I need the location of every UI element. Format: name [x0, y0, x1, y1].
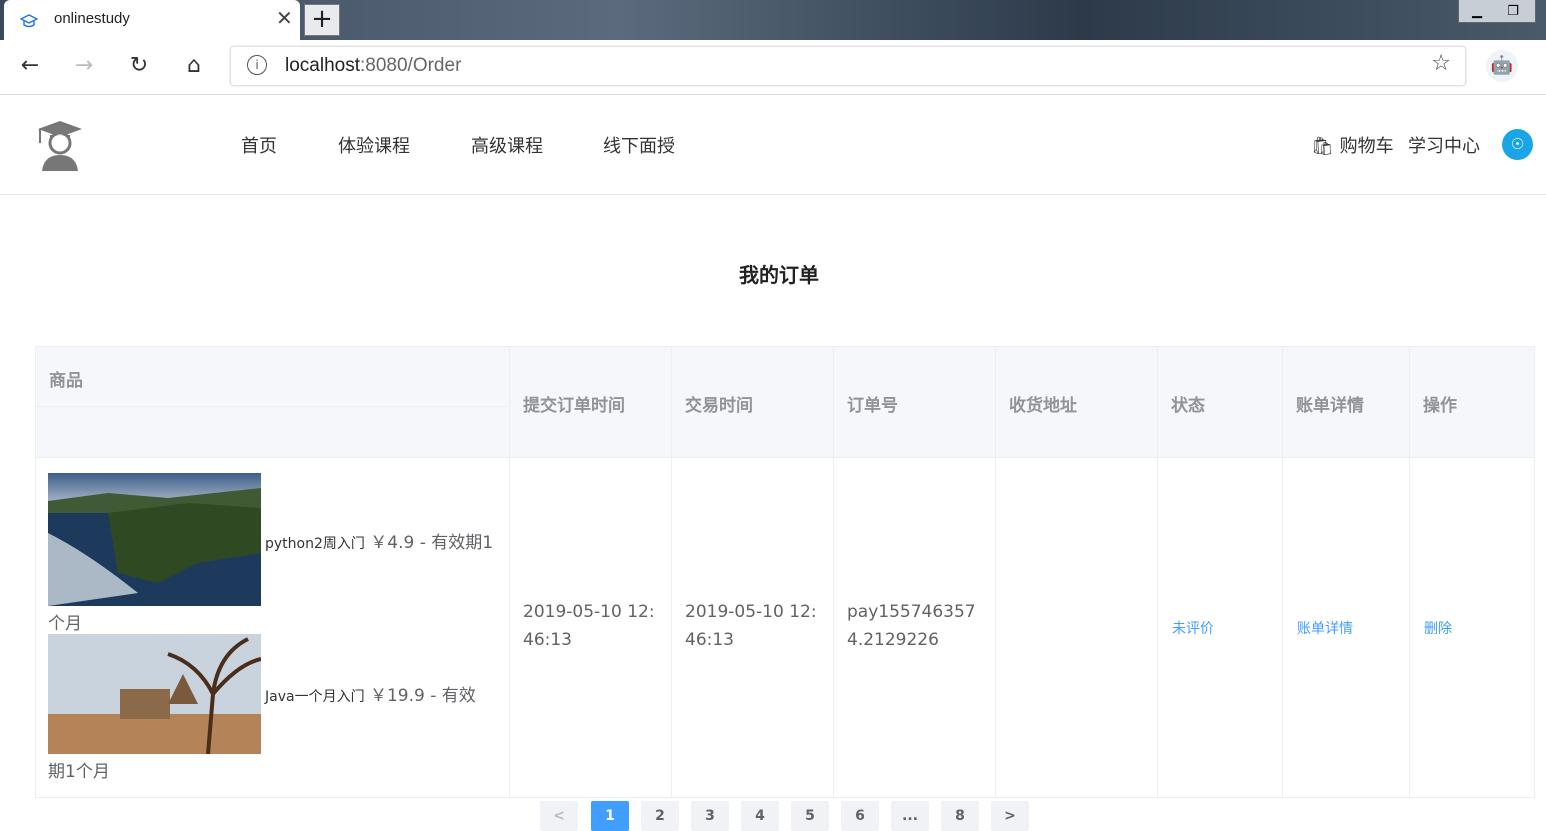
- info-icon[interactable]: i: [247, 55, 267, 75]
- browser-tab[interactable]: onlinestudy ✕: [4, 0, 300, 40]
- cart-link[interactable]: 🛍 购物车: [1311, 132, 1394, 158]
- header-submit-time: 提交订单时间: [510, 347, 672, 457]
- header-bill: 账单详情: [1283, 347, 1410, 457]
- product-1-line: python2周入门 ￥4.9 - 有效期1: [265, 533, 494, 553]
- bill-cell: 账单详情: [1283, 458, 1410, 798]
- product-image-python[interactable]: [48, 473, 261, 606]
- student-logo-icon[interactable]: [36, 119, 84, 171]
- browser-tab-strip: onlinestudy ✕ + ▁ ❐: [0, 0, 1546, 40]
- nav-trial-courses[interactable]: 体验课程: [338, 132, 410, 158]
- page-1-button[interactable]: 1: [591, 801, 629, 831]
- orders-table: 商品 提交订单时间 交易时间 订单号 收货地址 状态 账单详情 操作 pytho…: [35, 346, 1535, 798]
- nav-advanced-courses[interactable]: 高级课程: [471, 132, 543, 158]
- submit-time-cell: 2019-05-10 12:46:13: [510, 458, 672, 798]
- restore-icon[interactable]: ❐: [1495, 2, 1531, 24]
- reload-icon[interactable]: ↻: [123, 50, 155, 82]
- header-status: 状态: [1158, 347, 1283, 457]
- url-text: localhost:8080/Order: [285, 55, 462, 76]
- minimize-icon[interactable]: ▁: [1459, 2, 1495, 24]
- page-4-button[interactable]: 4: [741, 801, 779, 831]
- profile-avatar-icon[interactable]: 🤖: [1486, 50, 1518, 82]
- study-center-link[interactable]: 学习中心: [1408, 132, 1480, 158]
- product-2-tail: 期1个月: [48, 762, 110, 782]
- address-cell: [996, 458, 1158, 798]
- delete-link[interactable]: 删除: [1424, 618, 1452, 638]
- page-6-button[interactable]: 6: [841, 801, 879, 831]
- new-tab-button[interactable]: +: [304, 4, 340, 36]
- window-controls: ▁ ❐: [1458, 0, 1536, 23]
- graduation-cap-icon: [20, 14, 38, 28]
- order-no-cell: pay1557463574.2129226: [834, 458, 996, 798]
- product-1-tail: 个月: [48, 614, 82, 634]
- next-page-button[interactable]: >: [991, 801, 1029, 831]
- browser-toolbar: ← → ↻ ⌂ i localhost:8080/Order ☆ 🤖: [0, 40, 1546, 95]
- product-2-line: Java一个月入门 ￥19.9 - 有效: [265, 686, 476, 706]
- header-address: 收货地址: [996, 347, 1158, 457]
- header-trade-time: 交易时间: [672, 347, 834, 457]
- header-order-no: 订单号: [834, 347, 996, 457]
- tab-close-icon[interactable]: ✕: [276, 6, 293, 30]
- page-2-button[interactable]: 2: [641, 801, 679, 831]
- header-product: 商品: [36, 347, 510, 457]
- header-ops: 操作: [1423, 396, 1457, 416]
- status-cell: 未评价: [1158, 458, 1283, 798]
- user-avatar-icon[interactable]: ☉: [1502, 129, 1533, 160]
- page-ellipsis[interactable]: ...: [891, 801, 929, 831]
- tab-title: onlinestudy: [54, 10, 130, 27]
- page-3-button[interactable]: 3: [691, 801, 729, 831]
- address-bar[interactable]: i localhost:8080/Order ☆: [230, 46, 1466, 86]
- nav-home[interactable]: 首页: [241, 132, 277, 158]
- product-image-java[interactable]: [48, 634, 261, 754]
- page-8-button[interactable]: 8: [941, 801, 979, 831]
- page-title: 我的订单: [739, 263, 819, 287]
- submit-time: 2019-05-10 12:46:13: [523, 602, 655, 650]
- ops-cell: 删除: [1410, 458, 1534, 798]
- bookmark-star-icon[interactable]: ☆: [1431, 51, 1451, 76]
- trade-time-cell: 2019-05-10 12:46:13: [672, 458, 834, 798]
- trade-time: 2019-05-10 12:46:13: [685, 602, 817, 650]
- home-icon[interactable]: ⌂: [178, 50, 210, 82]
- shopping-bag-icon: 🛍: [1311, 136, 1334, 157]
- back-icon[interactable]: ←: [14, 50, 46, 82]
- site-header: 首页 体验课程 高级课程 线下面授 🛍 购物车 学习中心 ☉: [0, 95, 1546, 195]
- forward-icon[interactable]: →: [68, 50, 100, 82]
- table-header: 商品 提交订单时间 交易时间 订单号 收货地址 状态 账单详情 操作: [36, 347, 1534, 458]
- page-5-button[interactable]: 5: [791, 801, 829, 831]
- product-cell: python2周入门 ￥4.9 - 有效期1 个月 Java一个月入门 ￥19.…: [36, 458, 510, 798]
- bill-details-link[interactable]: 账单详情: [1297, 618, 1353, 638]
- review-status-link[interactable]: 未评价: [1172, 618, 1214, 638]
- prev-page-button[interactable]: <: [540, 801, 578, 831]
- nav-offline-courses[interactable]: 线下面授: [603, 132, 675, 158]
- order-number: pay1557463574.2129226: [847, 602, 976, 650]
